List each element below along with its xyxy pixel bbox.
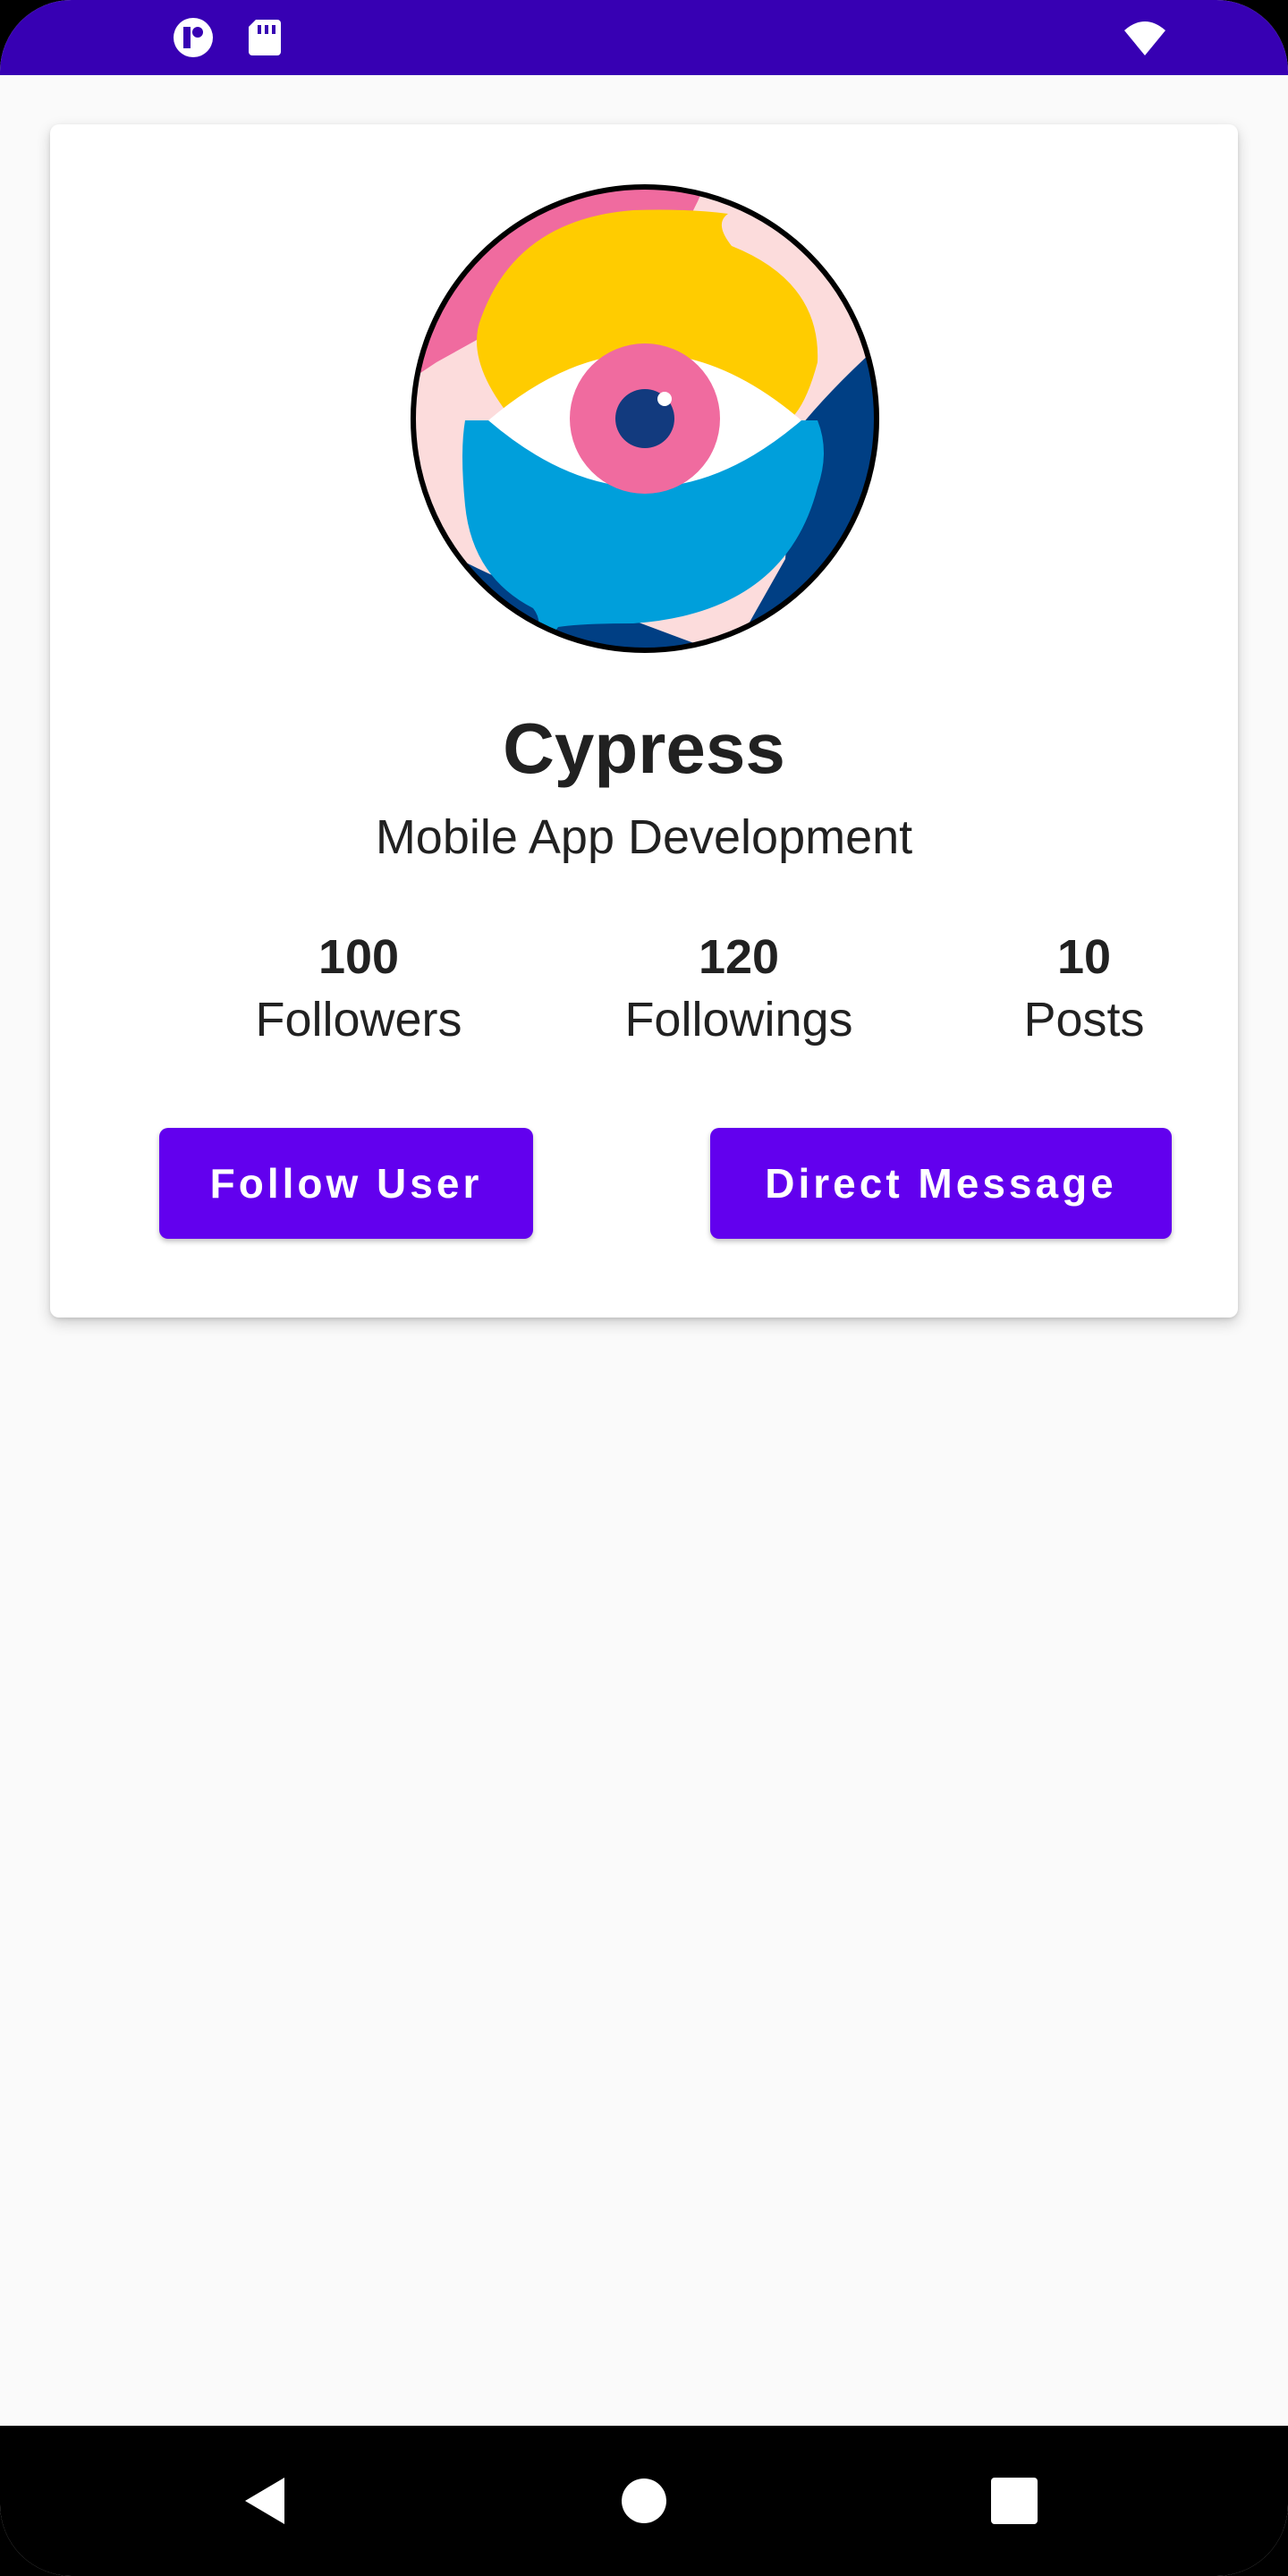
stat-value: 10	[1056, 930, 1112, 984]
stat-followers: 100 Followers	[193, 933, 524, 1044]
stat-label: Posts	[1023, 993, 1145, 1046]
navigation-bar	[0, 2426, 1288, 2576]
stat-label: Followings	[624, 993, 853, 1046]
wifi-icon	[1124, 21, 1165, 55]
avatar	[411, 184, 879, 653]
back-icon[interactable]	[225, 2458, 311, 2544]
direct-message-button[interactable]: Direct Message	[710, 1128, 1172, 1239]
app-notification-icon	[174, 18, 213, 57]
profile-subtitle: Mobile App Development	[375, 810, 913, 864]
stat-value: 120	[698, 930, 780, 984]
sd-card-icon	[249, 20, 281, 55]
stat-followings: 120 Followings	[564, 933, 914, 1044]
stat-value: 100	[318, 930, 400, 984]
profile-card: Cypress Mobile App Development 100 Follo…	[50, 124, 1238, 1318]
follow-user-button[interactable]: Follow User	[159, 1128, 533, 1239]
profile-name: Cypress	[503, 708, 785, 788]
phone-screen: Cypress Mobile App Development 100 Follo…	[0, 0, 1288, 2576]
stat-label: Followers	[255, 993, 462, 1046]
status-bar	[0, 0, 1288, 75]
recents-icon[interactable]	[971, 2458, 1057, 2544]
stat-posts: 10 Posts	[927, 933, 1241, 1044]
home-icon[interactable]	[601, 2458, 687, 2544]
